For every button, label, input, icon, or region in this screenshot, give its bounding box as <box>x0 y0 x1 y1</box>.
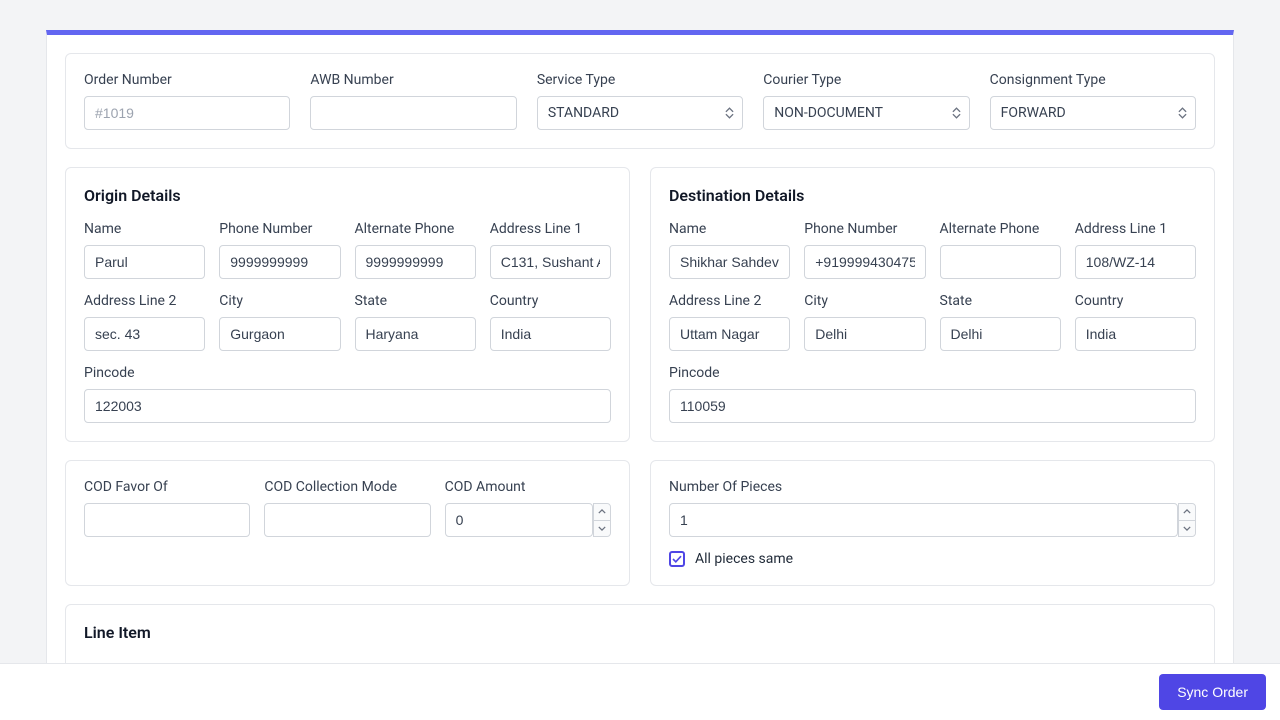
pieces-step-down[interactable] <box>1179 521 1195 537</box>
dest-altphone-input[interactable] <box>940 245 1061 279</box>
origin-country-label: Country <box>490 293 611 309</box>
select-arrows-icon <box>1178 107 1187 119</box>
origin-country-input[interactable] <box>490 317 611 351</box>
courier-type-label: Courier Type <box>763 72 969 88</box>
pieces-num-input[interactable] <box>669 503 1178 537</box>
all-pieces-same-label: All pieces same <box>695 551 793 567</box>
dest-city-label: City <box>804 293 925 309</box>
order-header-card: Order Number AWB Number Service Type STA… <box>65 53 1215 149</box>
all-pieces-same-checkbox[interactable] <box>669 551 685 567</box>
dest-country-label: Country <box>1075 293 1196 309</box>
dest-country-input[interactable] <box>1075 317 1196 351</box>
origin-altphone-input[interactable] <box>355 245 476 279</box>
origin-addr2-label: Address Line 2 <box>84 293 205 309</box>
pieces-card: Number Of Pieces All pieces same <box>650 460 1215 586</box>
origin-pincode-input[interactable] <box>84 389 611 423</box>
origin-phone-input[interactable] <box>219 245 340 279</box>
courier-type-select[interactable]: NON-DOCUMENT <box>763 96 969 130</box>
select-arrows-icon <box>725 107 734 119</box>
dest-addr1-input[interactable] <box>1075 245 1196 279</box>
dest-altphone-label: Alternate Phone <box>940 221 1061 237</box>
cod-favor-input[interactable] <box>84 503 250 537</box>
awb-number-input[interactable] <box>310 96 516 130</box>
origin-pincode-label: Pincode <box>84 365 611 381</box>
origin-title: Origin Details <box>84 186 611 205</box>
service-type-select[interactable]: STANDARD <box>537 96 743 130</box>
dest-name-input[interactable] <box>669 245 790 279</box>
consignment-type-label: Consignment Type <box>990 72 1196 88</box>
sync-order-button[interactable]: Sync Order <box>1159 674 1266 710</box>
line-item-title: Line Item <box>84 623 1196 642</box>
service-type-label: Service Type <box>537 72 743 88</box>
origin-name-label: Name <box>84 221 205 237</box>
cod-mode-label: COD Collection Mode <box>264 479 430 495</box>
consignment-type-value: FORWARD <box>1001 105 1066 121</box>
destination-title: Destination Details <box>669 186 1196 205</box>
cod-mode-input[interactable] <box>264 503 430 537</box>
dest-addr2-input[interactable] <box>669 317 790 351</box>
origin-addr1-label: Address Line 1 <box>490 221 611 237</box>
pieces-num-label: Number Of Pieces <box>669 479 1196 495</box>
origin-state-label: State <box>355 293 476 309</box>
origin-state-input[interactable] <box>355 317 476 351</box>
cod-card: COD Favor Of COD Collection Mode COD Amo… <box>65 460 630 586</box>
origin-altphone-label: Alternate Phone <box>355 221 476 237</box>
awb-number-label: AWB Number <box>310 72 516 88</box>
origin-addr2-input[interactable] <box>84 317 205 351</box>
order-number-input[interactable] <box>84 96 290 130</box>
origin-name-input[interactable] <box>84 245 205 279</box>
cod-amount-step-down[interactable] <box>594 521 610 537</box>
origin-phone-label: Phone Number <box>219 221 340 237</box>
cod-amount-step-up[interactable] <box>594 504 610 521</box>
dest-addr1-label: Address Line 1 <box>1075 221 1196 237</box>
origin-details-card: Origin Details Name Phone Number Alterna… <box>65 167 630 442</box>
service-type-value: STANDARD <box>548 105 619 121</box>
check-icon <box>672 555 682 563</box>
select-arrows-icon <box>952 107 961 119</box>
footer-bar: Sync Order <box>0 663 1280 720</box>
dest-city-input[interactable] <box>804 317 925 351</box>
dest-name-label: Name <box>669 221 790 237</box>
dest-state-label: State <box>940 293 1061 309</box>
pieces-step-up[interactable] <box>1179 504 1195 521</box>
destination-details-card: Destination Details Name Phone Number Al… <box>650 167 1215 442</box>
courier-type-value: NON-DOCUMENT <box>774 105 883 121</box>
cod-amount-input[interactable] <box>445 503 593 537</box>
dest-phone-input[interactable] <box>804 245 925 279</box>
dest-state-input[interactable] <box>940 317 1061 351</box>
consignment-type-select[interactable]: FORWARD <box>990 96 1196 130</box>
dest-phone-label: Phone Number <box>804 221 925 237</box>
cod-amount-label: COD Amount <box>445 479 611 495</box>
order-number-label: Order Number <box>84 72 290 88</box>
origin-city-label: City <box>219 293 340 309</box>
dest-pincode-input[interactable] <box>669 389 1196 423</box>
cod-favor-label: COD Favor Of <box>84 479 250 495</box>
dest-addr2-label: Address Line 2 <box>669 293 790 309</box>
origin-city-input[interactable] <box>219 317 340 351</box>
origin-addr1-input[interactable] <box>490 245 611 279</box>
dest-pincode-label: Pincode <box>669 365 1196 381</box>
